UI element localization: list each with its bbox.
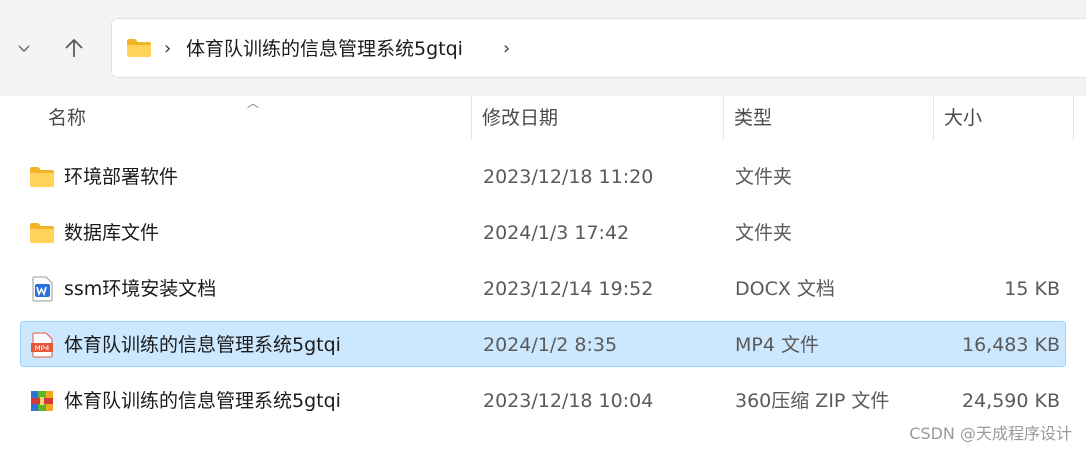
column-divider[interactable]: [471, 96, 472, 140]
file-row[interactable]: MP4 体育队训练的信息管理系统5gtqi 2024/1/2 8:35 MP4 …: [20, 321, 1066, 367]
chevron-right-icon[interactable]: ›: [164, 37, 171, 61]
column-divider[interactable]: [1073, 96, 1074, 140]
file-size: 24,590 KB: [961, 390, 1060, 412]
file-name: 数据库文件: [64, 222, 160, 244]
file-modified-date: 2024/1/2 8:35: [483, 334, 618, 356]
file-size: 15 KB: [1004, 278, 1060, 300]
folder-icon: [127, 39, 151, 57]
file-name: 环境部署软件: [64, 166, 179, 188]
file-type: DOCX 文档: [735, 278, 835, 300]
up-one-level-button[interactable]: [54, 28, 94, 68]
address-bar[interactable]: › 体育队训练的信息管理系统5gtqi ›: [111, 18, 1086, 78]
file-row[interactable]: 体育队训练的信息管理系统5gtqi 2023/12/18 10:04 360压缩…: [20, 377, 1066, 423]
file-row[interactable]: ssm环境安装文档 2023/12/14 19:52 DOCX 文档 15 KB: [20, 265, 1066, 311]
file-modified-date: 2023/12/14 19:52: [483, 278, 654, 300]
file-size: 16,483 KB: [961, 334, 1060, 356]
file-name: 体育队训练的信息管理系统5gtqi: [64, 390, 341, 412]
chevron-down-icon: [18, 45, 30, 53]
file-row[interactable]: 数据库文件 2024/1/3 17:42 文件夹: [20, 209, 1066, 255]
zip-archive-icon: [31, 391, 53, 411]
file-row[interactable]: 环境部署软件 2023/12/18 11:20 文件夹: [20, 153, 1066, 199]
mp4-file-icon: MP4: [31, 332, 53, 358]
column-divider[interactable]: [933, 96, 934, 140]
file-modified-date: 2023/12/18 10:04: [483, 390, 654, 412]
column-header-type[interactable]: 类型: [734, 106, 772, 130]
file-type: MP4 文件: [735, 334, 819, 356]
breadcrumb-current-folder[interactable]: 体育队训练的信息管理系统5gtqi: [186, 36, 463, 62]
file-modified-date: 2024/1/3 17:42: [483, 222, 630, 244]
file-name: 体育队训练的信息管理系统5gtqi: [64, 334, 341, 356]
column-header-name[interactable]: 名称: [48, 106, 86, 130]
column-header-date[interactable]: 修改日期: [482, 106, 558, 130]
file-type: 360压缩 ZIP 文件: [735, 390, 890, 412]
folder-icon: [30, 167, 54, 187]
navigation-bar: › 体育队训练的信息管理系统5gtqi ›: [0, 0, 1086, 96]
column-divider[interactable]: [723, 96, 724, 140]
watermark: CSDN @天成程序设计: [909, 424, 1072, 443]
column-header: 名称 修改日期 类型 大小: [0, 96, 1086, 140]
recent-locations-button[interactable]: [4, 28, 44, 68]
arrow-up-icon: [65, 38, 83, 57]
folder-icon: [30, 223, 54, 243]
column-header-size[interactable]: 大小: [944, 106, 982, 130]
docx-file-icon: [32, 276, 53, 302]
file-modified-date: 2023/12/18 11:20: [483, 166, 654, 188]
chevron-right-icon[interactable]: ›: [503, 37, 510, 61]
mp4-icon-label: MP4: [35, 345, 50, 353]
file-type: 文件夹: [735, 166, 793, 188]
file-name: ssm环境安装文档: [64, 278, 217, 300]
file-type: 文件夹: [735, 222, 793, 244]
